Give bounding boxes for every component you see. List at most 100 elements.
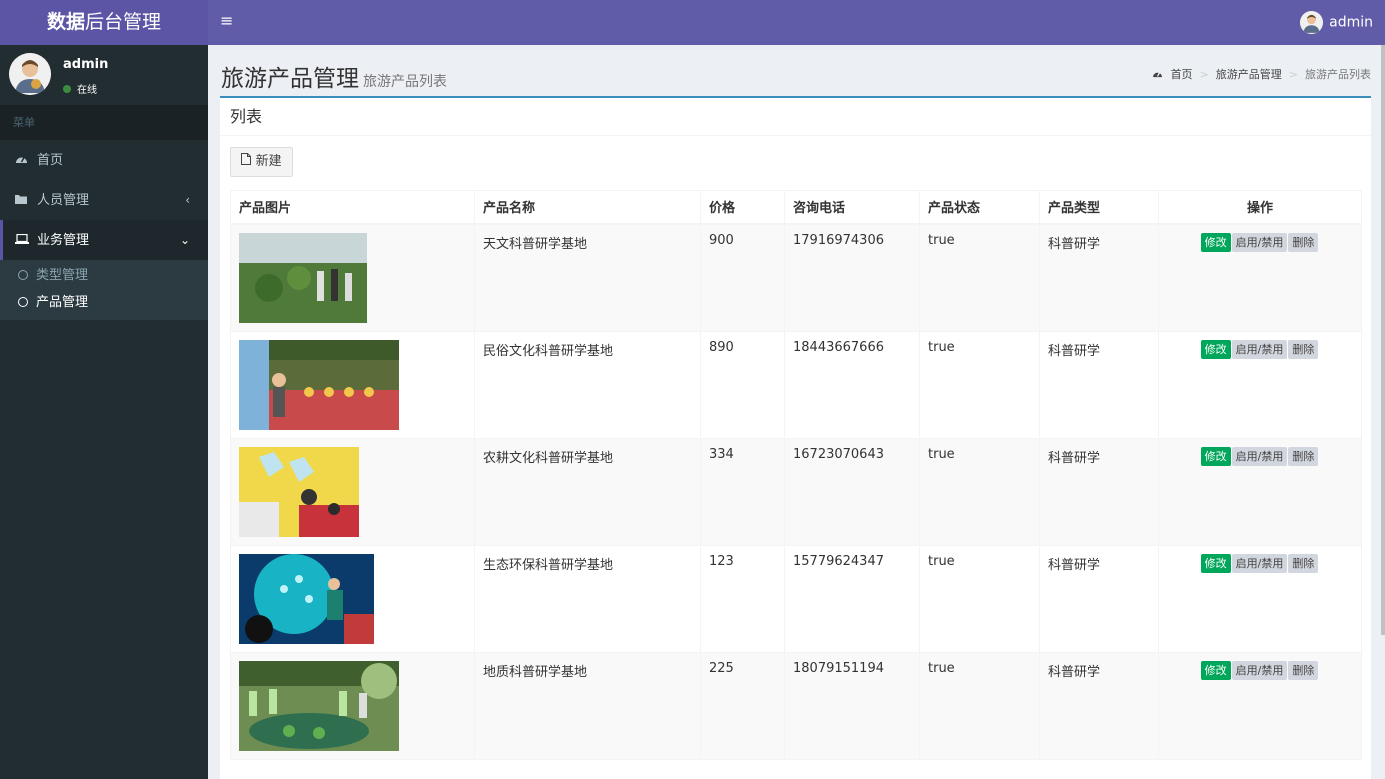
edit-button[interactable]: 修改 (1200, 339, 1231, 359)
sidebar-subitem-types[interactable]: 类型管理 (0, 262, 208, 289)
menu-toggle-icon[interactable]: ≡ (220, 11, 233, 30)
page-title: 旅游产品管理 旅游产品列表 (221, 66, 447, 92)
app-logo[interactable]: 数据后台管理 (0, 0, 208, 45)
circle-icon (18, 270, 28, 280)
toggle-button[interactable]: 启用/禁用 (1231, 553, 1288, 573)
product-price: 123 (700, 544, 785, 653)
business-submenu: 类型管理 产品管理 (0, 260, 208, 320)
product-image (239, 446, 359, 537)
user-status: 在线 (63, 81, 97, 96)
dashboard-icon (15, 140, 31, 180)
product-name: 民俗文化科普研学基地 (474, 330, 701, 439)
product-image-cell (230, 330, 475, 439)
delete-button[interactable]: 删除 (1288, 339, 1319, 359)
top-navbar: ≡ admin (208, 0, 1385, 45)
chevron-down-icon: ⌄ (179, 233, 190, 247)
column-header: 咨询电话 (784, 190, 920, 225)
delete-button[interactable]: 删除 (1288, 232, 1319, 252)
chevron-left-icon: ‹ (185, 193, 190, 207)
product-image-cell (230, 437, 475, 546)
table-row: 天文科普研学基地 900 17916974306 true 科普研学 修改 启用/… (230, 223, 1362, 332)
table-row: 地质科普研学基地 225 18079151194 true 科普研学 修改 启用/… (230, 651, 1362, 760)
sidebar-item-home[interactable]: 首页 (0, 140, 208, 180)
product-phone: 18443667666 (784, 330, 920, 439)
toggle-button[interactable]: 启用/禁用 (1231, 232, 1288, 252)
product-name: 地质科普研学基地 (474, 651, 701, 760)
toggle-button[interactable]: 启用/禁用 (1231, 446, 1288, 466)
actions-cell: 修改 启用/禁用 删除 (1158, 544, 1362, 653)
product-phone: 15779624347 (784, 544, 920, 653)
breadcrumb: 首页 > 旅游产品管理 > 旅游产品列表 (1152, 66, 1371, 82)
product-status: true (919, 544, 1040, 653)
main-content: 旅游产品管理 旅游产品列表 首页 > 旅游产品管理 > 旅游产品列表 列表 新建 产品图片… (208, 45, 1383, 779)
column-header: 产品类型 (1039, 190, 1159, 225)
box-title: 列表 (220, 98, 1371, 136)
product-phone: 18079151194 (784, 651, 920, 760)
product-phone: 17916974306 (784, 223, 920, 332)
product-price: 890 (700, 330, 785, 439)
online-dot-icon (63, 85, 71, 93)
delete-button[interactable]: 删除 (1288, 660, 1319, 680)
product-type: 科普研学 (1039, 437, 1159, 546)
dashboard-icon (1152, 68, 1167, 81)
column-header: 操作 (1158, 190, 1362, 225)
column-header: 产品图片 (230, 190, 475, 225)
actions-cell: 修改 启用/禁用 删除 (1158, 223, 1362, 332)
product-type: 科普研学 (1039, 223, 1159, 332)
delete-button[interactable]: 删除 (1288, 553, 1319, 573)
table-row: 民俗文化科普研学基地 890 18443667666 true 科普研学 修改启… (230, 330, 1362, 439)
column-header: 产品状态 (919, 190, 1040, 225)
product-status: true (919, 223, 1040, 332)
list-box: 列表 新建 产品图片 产品名称 价格 咨询电话 产品状态 产品类型 操作 天文科… (220, 96, 1371, 779)
product-status: true (919, 330, 1040, 439)
page-subtitle: 旅游产品列表 (363, 74, 447, 90)
edit-button[interactable]: 修改 (1200, 232, 1231, 252)
new-button[interactable]: 新建 (230, 147, 293, 177)
table-row: 生态环保科普研学基地 123 15779624347 true 科普研学 修改启… (230, 544, 1362, 653)
product-image (239, 660, 399, 751)
toggle-button[interactable]: 启用/禁用 (1231, 660, 1288, 680)
laptop-icon (15, 220, 31, 260)
toggle-button[interactable]: 启用/禁用 (1231, 339, 1288, 359)
product-price: 334 (700, 437, 785, 546)
product-status: true (919, 651, 1040, 760)
product-image-cell (230, 223, 475, 332)
circle-icon (18, 297, 28, 307)
delete-button[interactable]: 删除 (1288, 446, 1319, 466)
product-image-cell (230, 651, 475, 760)
product-image (239, 232, 367, 323)
breadcrumb-product-mgmt[interactable]: 旅游产品管理 (1216, 68, 1282, 81)
column-header: 产品名称 (474, 190, 701, 225)
product-name: 天文科普研学基地 (474, 223, 701, 332)
avatar (9, 53, 51, 95)
table-row: 农耕文化科普研学基地 334 16723070643 true 科普研学 修改启… (230, 437, 1362, 546)
actions-cell: 修改 启用/禁用 删除 (1158, 651, 1362, 760)
product-type: 科普研学 (1039, 330, 1159, 439)
file-icon (241, 153, 255, 169)
top-user-menu[interactable]: admin (1300, 11, 1373, 34)
edit-button[interactable]: 修改 (1200, 553, 1231, 573)
product-price: 900 (700, 223, 785, 332)
edit-button[interactable]: 修改 (1200, 446, 1231, 466)
breadcrumb-home[interactable]: 首页 (1171, 68, 1193, 81)
user-panel: admin 在线 (0, 45, 208, 105)
breadcrumb-current: 旅游产品列表 (1305, 68, 1371, 81)
product-status: true (919, 437, 1040, 546)
avatar (1300, 11, 1324, 34)
product-image-cell (230, 544, 475, 653)
column-header: 价格 (700, 190, 785, 225)
product-name: 农耕文化科普研学基地 (474, 437, 701, 546)
folder-icon (15, 180, 31, 220)
product-image (239, 339, 399, 430)
product-phone: 16723070643 (784, 437, 920, 546)
product-table: 产品图片 产品名称 价格 咨询电话 产品状态 产品类型 操作 天文科普研学基地 … (230, 190, 1362, 760)
sidebar-subitem-products[interactable]: 产品管理 (0, 289, 208, 316)
actions-cell: 修改 启用/禁用 删除 (1158, 330, 1362, 439)
product-name: 生态环保科普研学基地 (474, 544, 701, 653)
user-name: admin (63, 57, 109, 72)
sidebar-item-business[interactable]: 业务管理 ⌄ (0, 220, 208, 260)
sidebar-item-personnel[interactable]: 人员管理 ‹ (0, 180, 208, 220)
product-price: 225 (700, 651, 785, 760)
edit-button[interactable]: 修改 (1200, 660, 1231, 680)
table-header-row: 产品图片 产品名称 价格 咨询电话 产品状态 产品类型 操作 (230, 190, 1362, 225)
